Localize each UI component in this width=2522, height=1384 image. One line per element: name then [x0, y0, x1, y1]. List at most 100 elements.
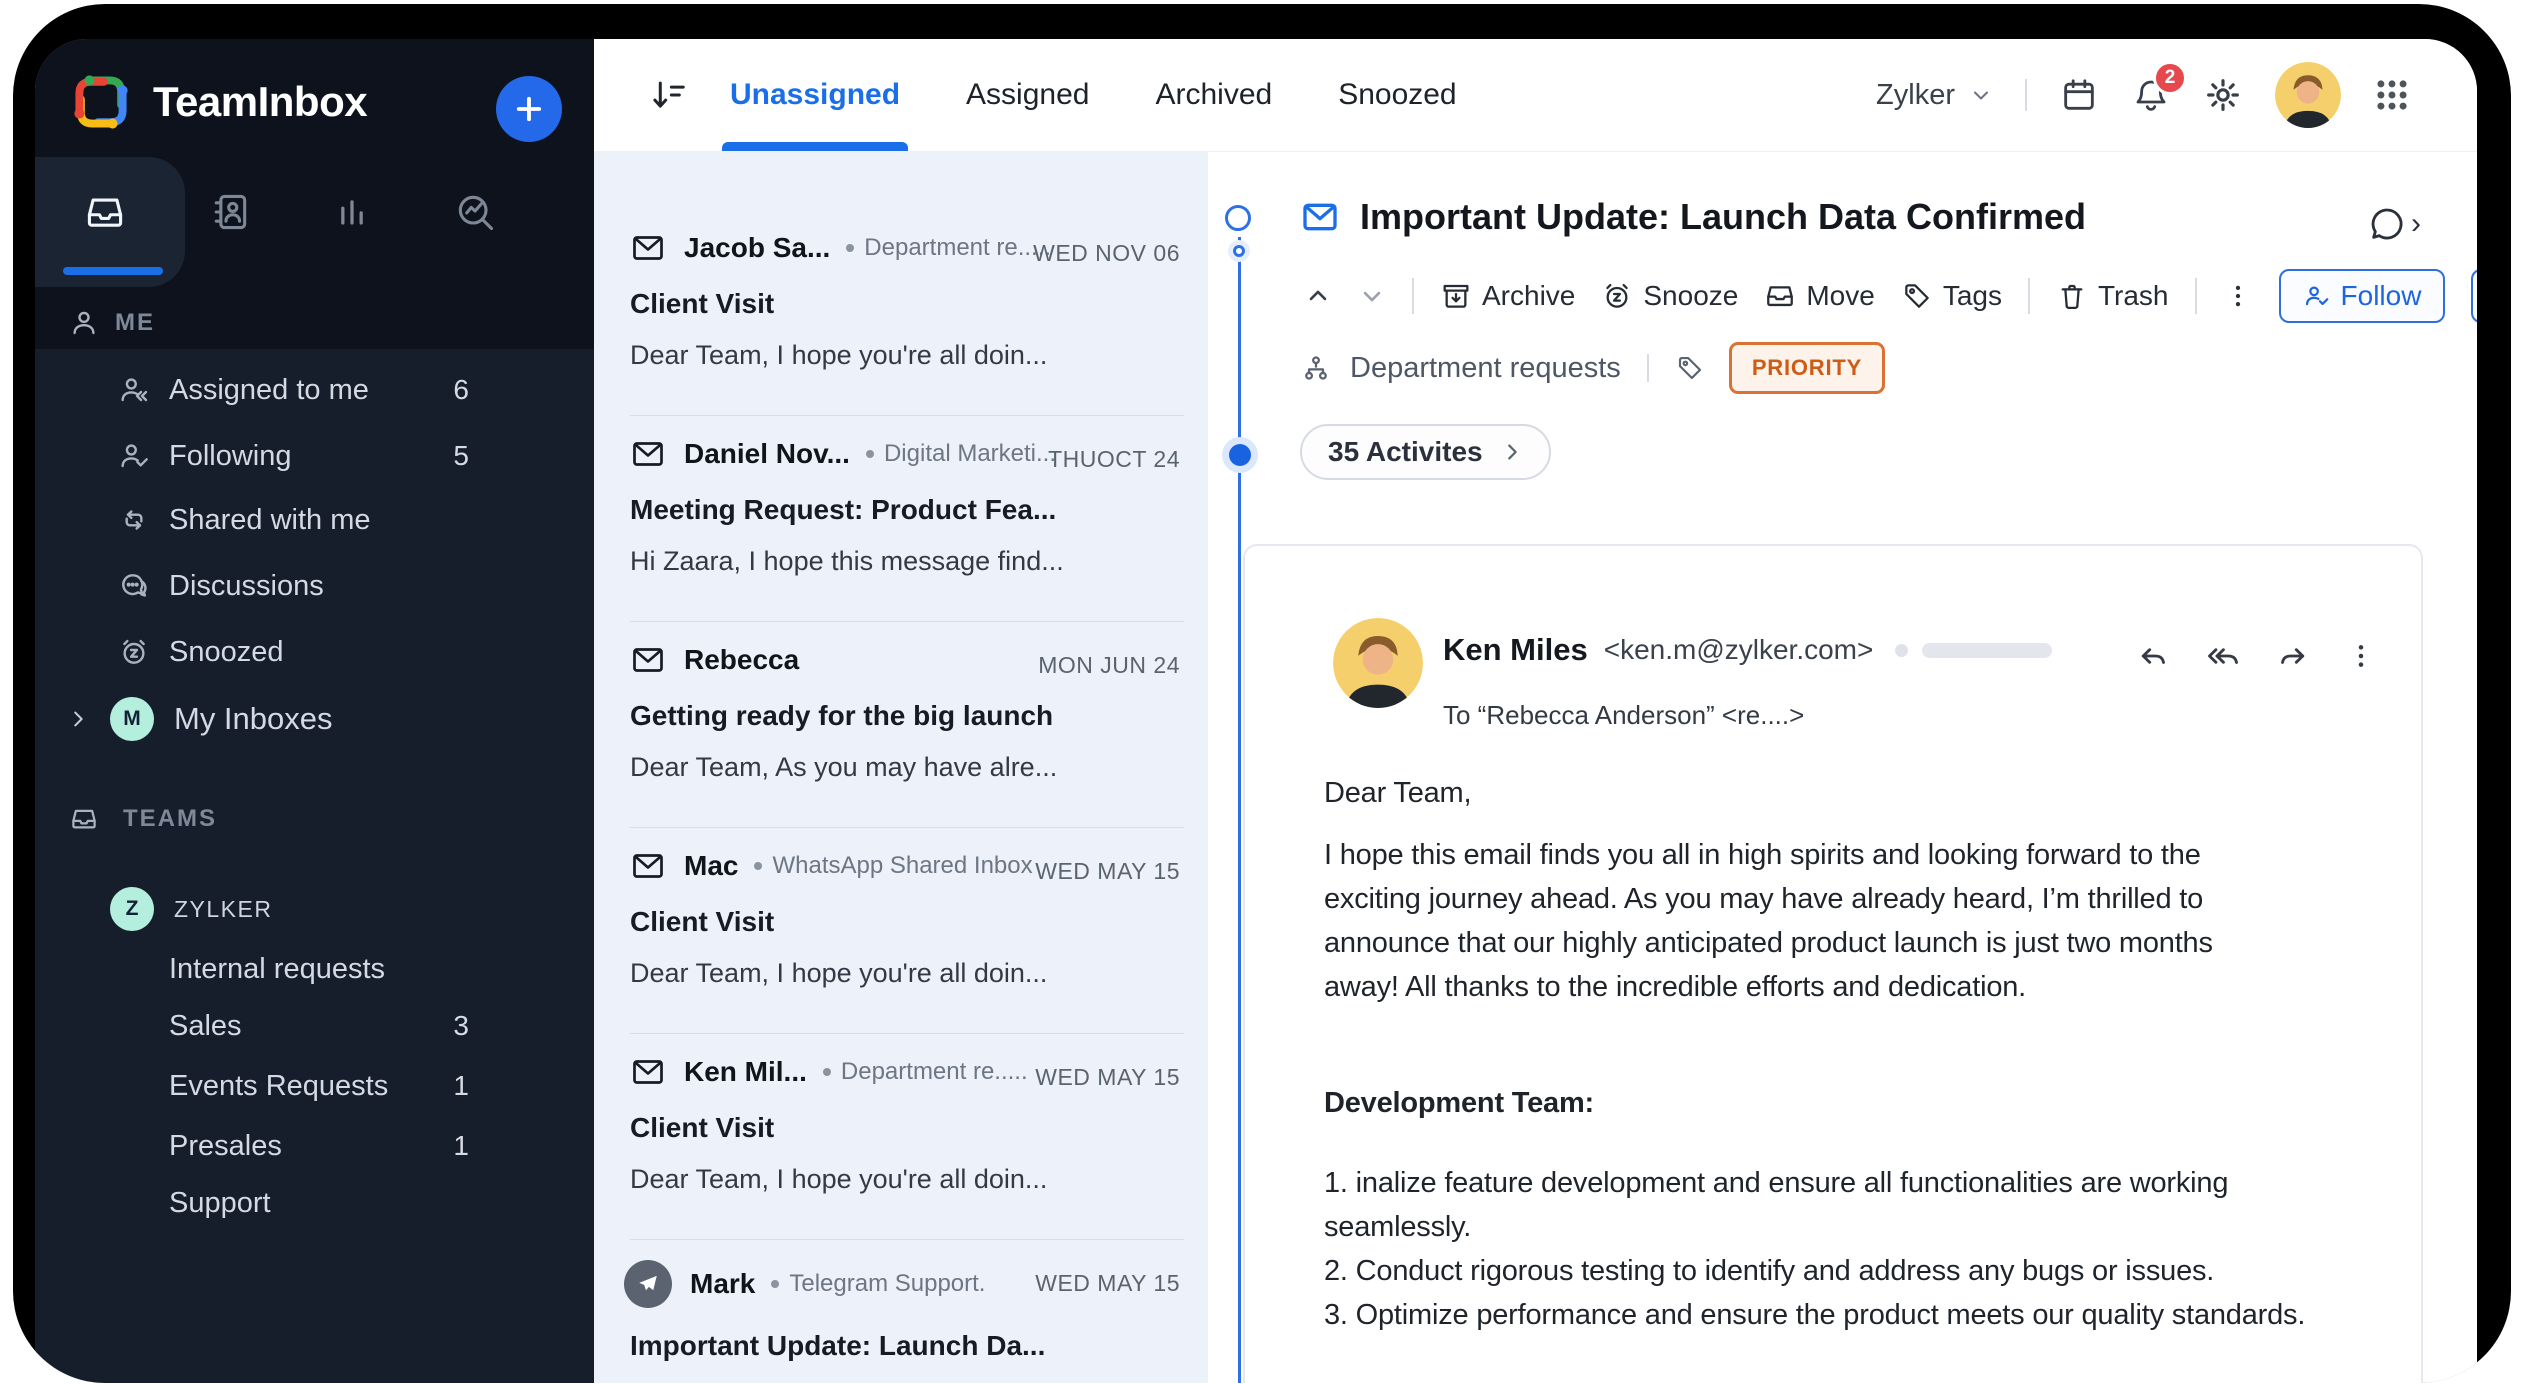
activities-chip[interactable]: 35 Activites [1300, 424, 1551, 480]
more-options-icon[interactable] [2345, 640, 2377, 672]
app-window: TeamInbox [35, 39, 2477, 1383]
sidebar-item-following[interactable]: Following 5 [35, 434, 594, 478]
gear-icon[interactable] [2203, 75, 2243, 115]
sidebar-section-teams: TEAMS [35, 799, 594, 839]
timeline-node-current [1229, 444, 1251, 466]
next-message-icon[interactable] [1358, 282, 1386, 310]
thread-subject: Important Update: Launch Data Confirmed [1360, 196, 2086, 238]
envelope-icon [630, 848, 666, 884]
sidebar-item-assigned-to-me[interactable]: Assigned to me 6 [35, 368, 594, 412]
snooze-icon [1601, 280, 1633, 312]
recipient-line[interactable]: To “Rebecca Anderson” <re....> [1443, 700, 1804, 731]
calendar-icon[interactable] [2059, 75, 2099, 115]
sidebar-item-snoozed[interactable]: Snoozed [35, 630, 594, 674]
sidebar-item-presales[interactable]: Presales 1 [35, 1124, 594, 1168]
sender-avatar [1333, 618, 1423, 708]
archive-button[interactable]: Archive [1440, 280, 1575, 312]
thread-inbox-row: Department requests PRIORITY [1300, 342, 1885, 394]
person-icon [69, 308, 99, 338]
email-list: Jacob Sa... Department re..... WED NOV 0… [594, 152, 1208, 1383]
list-item[interactable]: Jacob Sa... Department re..... WED NOV 0… [594, 210, 1208, 416]
via-inbox: Digital Marketi... [884, 440, 1056, 468]
analytics-module-icon[interactable] [453, 190, 497, 234]
inbox-module-icon[interactable] [83, 190, 127, 234]
priority-tag[interactable]: PRIORITY [1729, 342, 1885, 394]
list-item[interactable]: Daniel Nov... Digital Marketi... THUOCT … [594, 416, 1208, 622]
tags-label: Tags [1943, 280, 2002, 312]
sidebar-item-discussions[interactable]: Discussions [35, 564, 594, 608]
tab-unassigned[interactable]: Unassigned [730, 39, 900, 151]
message-header: Ken Miles <ken.m@zylker.com> [1443, 632, 2052, 668]
org-selector[interactable]: Zylker [1876, 79, 1993, 112]
item-count: 6 [425, 374, 469, 406]
tab-archived[interactable]: Archived [1155, 39, 1272, 151]
sender: Rebecca [684, 644, 799, 676]
teaminbox-logo-icon [65, 66, 137, 138]
main-area: Unassigned Assigned Archived Snoozed Zyl… [594, 39, 2477, 1383]
compose-button[interactable] [496, 76, 562, 142]
subject: Important Update: Launch Da... [630, 1330, 1180, 1362]
sidebar: TeamInbox [35, 39, 594, 1383]
body-list-item: 3. Optimize performance and ensure the p… [1324, 1293, 2354, 1337]
subject: Client Visit [630, 288, 1180, 320]
app-grid-icon[interactable] [2373, 76, 2411, 114]
list-item[interactable]: Mark Telegram Support. WED MAY 15 Import… [594, 1240, 1208, 1383]
body-line: announce that our highly anticipated pro… [1324, 921, 2354, 965]
forward-icon[interactable] [2275, 638, 2311, 674]
thread-timeline [1238, 237, 1241, 1383]
chevron-right-icon[interactable] [67, 708, 89, 730]
notifications-bell[interactable]: 2 [2131, 75, 2171, 115]
prev-message-icon[interactable] [1304, 282, 1332, 310]
sender: Mac [684, 850, 738, 882]
conversation-view-toggle[interactable]: › [2367, 204, 2421, 244]
sender-email: <ken.m@zylker.com> [1604, 634, 1874, 666]
reply-all-icon[interactable] [2205, 638, 2241, 674]
list-item[interactable]: Rebecca MON JUN 24 Getting ready for the… [594, 622, 1208, 828]
sidebar-team-zylker[interactable]: Z ZYLKER [35, 885, 594, 933]
sort-icon[interactable] [650, 76, 688, 114]
sidebar-item-label: Presales [169, 1130, 282, 1163]
snooze-button[interactable]: Snooze [1601, 280, 1738, 312]
via-dot [866, 450, 874, 458]
move-button[interactable]: Move [1764, 280, 1874, 312]
sidebar-item-support[interactable]: Support [35, 1181, 594, 1225]
thread-inbox-name[interactable]: Department requests [1350, 352, 1621, 385]
sidebar-item-internal-requests[interactable]: Internal requests [35, 947, 594, 991]
sidebar-section-me: ME [35, 303, 594, 343]
envelope-icon [630, 436, 666, 472]
move-label: Move [1806, 280, 1874, 312]
sidebar-item-my-inboxes[interactable]: M My Inboxes [35, 695, 594, 743]
sender: Jacob Sa... [684, 232, 830, 264]
sidebar-item-shared-with-me[interactable]: Shared with me [35, 498, 594, 542]
follow-button[interactable]: Follow [2279, 269, 2446, 323]
body-list-item: 2. Conduct rigorous testing to identify … [1324, 1249, 2354, 1293]
assign-button[interactable]: Assign [2471, 269, 2477, 323]
activities-label: 35 Activites [1328, 436, 1483, 468]
thread-toolbar: Archive Snooze Move [1304, 268, 2427, 324]
repost-icon [118, 504, 150, 536]
reply-icon[interactable] [2135, 638, 2171, 674]
tags-button[interactable]: Tags [1901, 280, 2002, 312]
tab-assigned[interactable]: Assigned [966, 39, 1089, 151]
body-list: 1. inalize feature development and ensur… [1324, 1161, 2354, 1337]
device-frame: TeamInbox [13, 4, 2511, 1383]
trash-icon [2056, 280, 2088, 312]
more-options-icon[interactable] [2223, 281, 2253, 311]
user-avatar[interactable] [2275, 62, 2341, 128]
reports-module-icon[interactable] [330, 190, 374, 234]
preview: Dear Team, www.zylker.com [630, 1382, 1180, 1383]
follow-person-icon [2303, 282, 2331, 310]
chevron-right-icon: › [2411, 207, 2421, 241]
date: WED NOV 06 [1033, 240, 1180, 267]
list-item[interactable]: Ken Mil... Department re..... WED MAY 15… [594, 1034, 1208, 1240]
body-paragraph: I hope this email finds you all in high … [1324, 833, 2354, 1009]
trash-button[interactable]: Trash [2056, 280, 2169, 312]
timeline-node-small [1233, 245, 1245, 257]
list-item[interactable]: Mac WhatsApp Shared Inbox WED MAY 15 Cli… [594, 828, 1208, 1034]
sidebar-item-sales[interactable]: Sales 3 [35, 1004, 594, 1048]
date: WED MAY 15 [1035, 1270, 1180, 1297]
sidebar-item-events-requests[interactable]: Events Requests 1 [35, 1064, 594, 1108]
tab-snoozed[interactable]: Snoozed [1338, 39, 1456, 151]
reading-pane: Important Update: Launch Data Confirmed … [1208, 152, 2477, 1383]
contacts-module-icon[interactable] [208, 190, 252, 234]
